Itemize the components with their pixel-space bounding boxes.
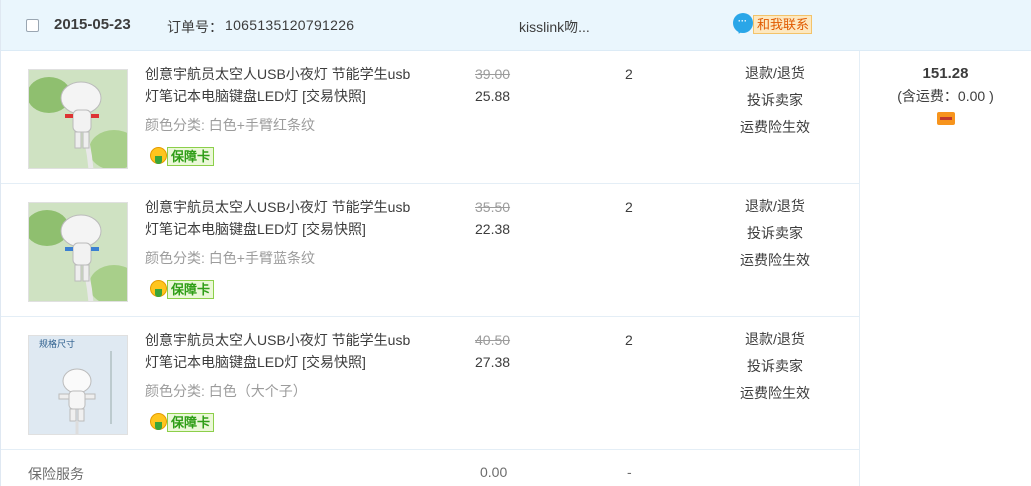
order-total-amount: 151.28 bbox=[922, 65, 969, 82]
item-actions: 退款/退货 投诉卖家 运费险生效 bbox=[721, 326, 829, 407]
unit-price: 22.38 bbox=[475, 221, 511, 237]
product-thumbnail[interactable]: 规格尺寸 bbox=[28, 335, 128, 435]
quantity: 2 bbox=[625, 66, 633, 82]
contact-seller-label: 和我联系 bbox=[753, 15, 813, 34]
product-sku: 颜色分类: 白色（大个子） bbox=[145, 383, 307, 399]
complain-seller-link[interactable]: 投诉卖家 bbox=[721, 220, 829, 247]
chat-bubble-icon: ··· bbox=[733, 13, 753, 33]
order-item-row: 创意宇航员太空人USB小夜灯 节能学生usb灯笔记本电脑键盘LED灯 [交易快照… bbox=[1, 184, 859, 317]
original-price: 40.50 bbox=[475, 332, 511, 348]
guarantee-icon bbox=[150, 280, 167, 297]
order-number: 1065135120791226 bbox=[225, 17, 355, 33]
quantity: 2 bbox=[625, 199, 633, 215]
insurance-service-row: 保险服务 0.00 - bbox=[1, 450, 859, 486]
item-actions: 退款/退货 投诉卖家 运费险生效 bbox=[721, 60, 829, 141]
original-price: 39.00 bbox=[475, 66, 511, 82]
insurance-service-dash: - bbox=[627, 464, 632, 480]
insurance-service-label: 保险服务 bbox=[28, 466, 84, 482]
product-sku: 颜色分类: 白色+手臂蓝条纹 bbox=[145, 250, 315, 266]
product-title-link[interactable]: 创意宇航员太空人USB小夜灯 节能学生usb灯笔记本电脑键盘LED灯 [交易快照… bbox=[145, 196, 415, 240]
order-item-row: 创意宇航员太空人USB小夜灯 节能学生usb灯笔记本电脑键盘LED灯 [交易快照… bbox=[1, 51, 859, 184]
shipping-insurance-link[interactable]: 运费险生效 bbox=[721, 380, 829, 407]
order-checkbox[interactable] bbox=[26, 19, 39, 32]
refund-link[interactable]: 退款/退货 bbox=[721, 60, 829, 87]
product-title-link[interactable]: 创意宇航员太空人USB小夜灯 节能学生usb灯笔记本电脑键盘LED灯 [交易快照… bbox=[145, 63, 415, 107]
order-card: 2015-05-23 订单号： 1065135120791226 kisslin… bbox=[0, 0, 1031, 486]
shipping-fee-note: (含运费：0.00 ) bbox=[897, 88, 994, 104]
order-item-row: 规格尺寸 创意宇航员太空人USB小夜灯 节能学生usb灯笔记本电脑键盘LED灯 … bbox=[1, 317, 859, 450]
guarantee-card-label: 保障卡 bbox=[167, 280, 215, 299]
shipping-insurance-link[interactable]: 运费险生效 bbox=[721, 114, 829, 141]
card-icon[interactable] bbox=[936, 112, 955, 125]
product-sku: 颜色分类: 白色+手臂红条纹 bbox=[145, 117, 315, 133]
product-thumbnail[interactable] bbox=[28, 69, 128, 169]
refund-link[interactable]: 退款/退货 bbox=[721, 193, 829, 220]
seller-name-link[interactable]: kisslink吻... bbox=[519, 17, 590, 37]
guarantee-icon bbox=[150, 147, 167, 164]
complain-seller-link[interactable]: 投诉卖家 bbox=[721, 353, 829, 380]
shipping-insurance-link[interactable]: 运费险生效 bbox=[721, 247, 829, 274]
quantity: 2 bbox=[625, 332, 633, 348]
complain-seller-link[interactable]: 投诉卖家 bbox=[721, 87, 829, 114]
unit-price: 25.88 bbox=[475, 88, 511, 104]
order-number-label: 订单号： bbox=[167, 19, 223, 35]
product-title-link[interactable]: 创意宇航员太空人USB小夜灯 节能学生usb灯笔记本电脑键盘LED灯 [交易快照… bbox=[145, 329, 415, 373]
order-total: 151.28 (含运费：0.00 ) bbox=[859, 64, 1031, 130]
item-actions: 退款/退货 投诉卖家 运费险生效 bbox=[721, 193, 829, 274]
thumbnail-caption: 规格尺寸 bbox=[39, 338, 75, 350]
order-date: 2015-05-23 bbox=[54, 16, 131, 33]
order-header: 2015-05-23 订单号： 1065135120791226 kisslin… bbox=[1, 0, 1031, 51]
guarantee-card-label: 保障卡 bbox=[167, 413, 215, 432]
refund-link[interactable]: 退款/退货 bbox=[721, 326, 829, 353]
product-thumbnail[interactable] bbox=[28, 202, 128, 302]
guarantee-icon bbox=[150, 413, 167, 430]
insurance-service-value: 0.00 bbox=[480, 464, 508, 480]
unit-price: 27.38 bbox=[475, 354, 511, 370]
original-price: 35.50 bbox=[475, 199, 511, 215]
guarantee-card-label: 保障卡 bbox=[167, 147, 215, 166]
